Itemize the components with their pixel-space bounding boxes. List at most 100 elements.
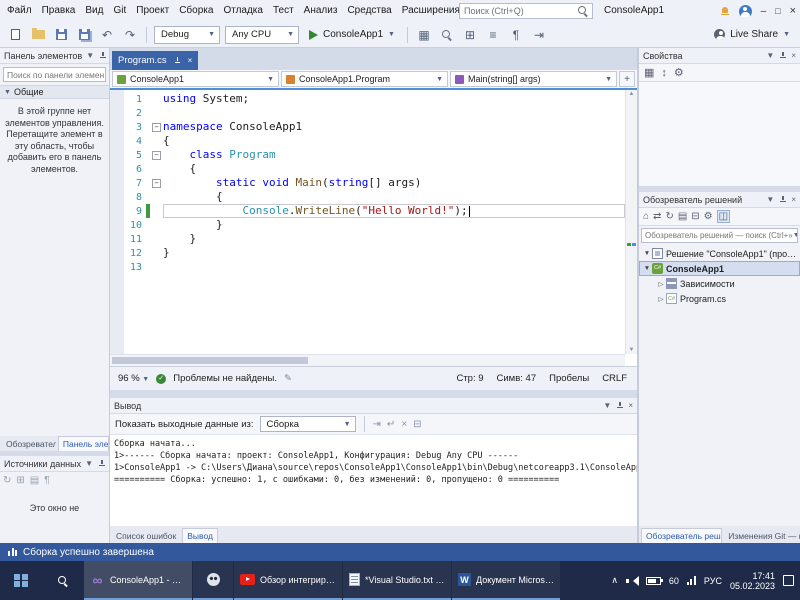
- refresh-icon[interactable]: ↻: [665, 211, 673, 222]
- type-dropdown[interactable]: ConsoleApp1.Program ▼: [281, 71, 448, 87]
- fold-toggle-icon[interactable]: −: [150, 122, 163, 132]
- taskbar-search-button[interactable]: [42, 561, 84, 600]
- scroll-down-icon[interactable]: ▼: [626, 347, 637, 353]
- code-line[interactable]: 3−namespace ConsoleApp1: [110, 120, 625, 134]
- project-dropdown[interactable]: ConsoleApp1 ▼: [112, 71, 279, 87]
- fold-toggle-icon[interactable]: −: [150, 178, 163, 188]
- chevron-down-icon[interactable]: ▼: [85, 459, 93, 468]
- tree-item[interactable]: ▼Решение "ConsoleApp1" (проекты: 1 из 1): [639, 246, 800, 261]
- property-pages-icon[interactable]: ⚙: [674, 66, 684, 79]
- code-editor[interactable]: 1using System;23−namespace ConsoleApp14{…: [110, 90, 625, 354]
- start-debugging-button[interactable]: ConsoleApp1 ▼: [304, 25, 400, 45]
- code-line[interactable]: 4{: [110, 134, 625, 148]
- pin-icon[interactable]: [778, 195, 787, 204]
- menu-item[interactable]: Git: [108, 0, 131, 22]
- code-cleanup-icon[interactable]: ✎: [284, 373, 292, 384]
- expander-icon[interactable]: ▼: [642, 250, 652, 257]
- chevron-down-icon[interactable]: ▼: [603, 401, 611, 410]
- toolbar-icon-bookmark[interactable]: ¶: [507, 26, 525, 44]
- switch-views-icon[interactable]: ⇄: [653, 211, 661, 222]
- notifications-bell-icon[interactable]: [720, 6, 730, 16]
- refresh-icon[interactable]: ↻: [3, 475, 11, 486]
- tree-item[interactable]: ▼ConsoleApp1: [639, 261, 800, 276]
- scrollbar-thumb[interactable]: [112, 357, 308, 364]
- redo-button[interactable]: ↷: [121, 26, 139, 44]
- menu-item[interactable]: Отладка: [218, 0, 268, 22]
- tab-solution-explorer[interactable]: Обозреватель реше...: [641, 528, 722, 543]
- background-tasks-icon[interactable]: [8, 548, 17, 556]
- taskbar-app-visual-studio[interactable]: ∞ConsoleApp1 - Mic...: [84, 561, 192, 600]
- member-dropdown[interactable]: Main(string[] args) ▼: [450, 71, 617, 87]
- chevron-down-icon[interactable]: ▼: [766, 195, 774, 204]
- solution-configuration-dropdown[interactable]: Debug▼: [154, 26, 220, 44]
- tab-error-list[interactable]: Список ошибок: [112, 529, 180, 543]
- quick-search-box[interactable]: Поиск (Ctrl+Q): [459, 3, 593, 19]
- code-line[interactable]: 9 Console.WriteLine("Hello World!");: [110, 204, 625, 218]
- menu-item[interactable]: Средства: [342, 0, 396, 22]
- menu-item[interactable]: Правка: [37, 0, 81, 22]
- spaces-indicator[interactable]: Пробелы: [549, 373, 589, 384]
- code-line[interactable]: 7− static void Main(string[] args): [110, 176, 625, 190]
- new-file-button[interactable]: [6, 26, 24, 44]
- fold-toggle-icon[interactable]: −: [150, 150, 163, 160]
- menu-item[interactable]: Сборка: [174, 0, 218, 22]
- solution-search-input[interactable]: Обозреватель решений — поиск (Ctrl+» ▼: [641, 228, 798, 243]
- nest-icon[interactable]: ▤: [678, 211, 687, 222]
- word-wrap-icon[interactable]: ↵: [387, 419, 395, 430]
- network-icon[interactable]: [687, 576, 696, 585]
- live-share-button[interactable]: Live Share ▼: [714, 29, 794, 40]
- tree-item[interactable]: ▷Зависимости: [639, 276, 800, 291]
- user-avatar[interactable]: [739, 5, 752, 18]
- pin-icon[interactable]: [98, 51, 107, 60]
- collapse-all-icon[interactable]: ⊟: [691, 211, 699, 222]
- expander-icon[interactable]: ▷: [656, 295, 666, 303]
- menu-item[interactable]: Расширения: [397, 0, 465, 22]
- minimize-button[interactable]: –: [761, 6, 767, 17]
- expander-icon[interactable]: ▼: [642, 265, 652, 272]
- code-line[interactable]: 1using System;: [110, 92, 625, 106]
- action-center-icon[interactable]: [783, 575, 794, 586]
- tab-program-cs[interactable]: Program.cs ×: [112, 51, 198, 70]
- close-icon[interactable]: ×: [791, 51, 796, 60]
- goto-message-icon[interactable]: ⇥: [373, 419, 381, 430]
- split-window-button[interactable]: +: [619, 71, 635, 87]
- code-line[interactable]: 2: [110, 106, 625, 120]
- output-source-dropdown[interactable]: Сборка▼: [260, 416, 356, 432]
- undo-button[interactable]: ↶: [98, 26, 116, 44]
- taskbar-app-youtube[interactable]: Обзор интегриров...: [234, 561, 342, 600]
- close-icon[interactable]: ×: [791, 195, 796, 204]
- tab-server-explorer[interactable]: Обозревател...: [2, 437, 56, 451]
- toggle-output-icon[interactable]: ⊟: [413, 419, 421, 430]
- close-button[interactable]: ×: [790, 5, 796, 17]
- menu-item[interactable]: Анализ: [299, 0, 343, 22]
- editor-horizontal-scrollbar[interactable]: [110, 354, 625, 366]
- pin-icon[interactable]: [97, 459, 106, 468]
- close-icon[interactable]: ×: [628, 401, 633, 410]
- output-log[interactable]: Сборка начата...1>------ Сборка начата: …: [110, 434, 637, 526]
- code-line[interactable]: 6 {: [110, 162, 625, 176]
- maximize-button[interactable]: □: [775, 6, 780, 16]
- taskbar-app-skull[interactable]: [193, 561, 233, 600]
- line-ending-indicator[interactable]: CRLF: [602, 373, 627, 384]
- toolbox-group-general[interactable]: ▼ Общие: [0, 85, 109, 99]
- scroll-up-icon[interactable]: ▲: [626, 91, 637, 97]
- language-indicator[interactable]: РУС: [704, 576, 722, 586]
- health-status[interactable]: Проблемы не найдены.: [173, 373, 277, 384]
- toolbar-icon-indent[interactable]: ⇥: [530, 26, 548, 44]
- expander-icon[interactable]: ▷: [656, 280, 666, 288]
- toolbar-icon-hot-reload[interactable]: ▦: [415, 26, 433, 44]
- start-button[interactable]: [0, 561, 42, 600]
- menu-item[interactable]: Тест: [268, 0, 299, 22]
- pin-icon[interactable]: [173, 56, 182, 65]
- solution-platform-dropdown[interactable]: Any CPU▼: [225, 26, 299, 44]
- home-icon[interactable]: ⌂: [643, 211, 649, 222]
- properties-icon[interactable]: ⚙: [704, 211, 713, 222]
- horizontal-splitter[interactable]: [110, 390, 637, 398]
- pin-icon[interactable]: [778, 51, 787, 60]
- open-file-button[interactable]: [29, 26, 47, 44]
- clock[interactable]: 17:41 05.02.2023: [730, 571, 775, 591]
- battery-icon[interactable]: [646, 577, 661, 585]
- clear-all-icon[interactable]: ×: [401, 419, 407, 430]
- toolbar-icon-comment[interactable]: ≡: [484, 26, 502, 44]
- tray-expand-icon[interactable]: ∧: [611, 575, 618, 586]
